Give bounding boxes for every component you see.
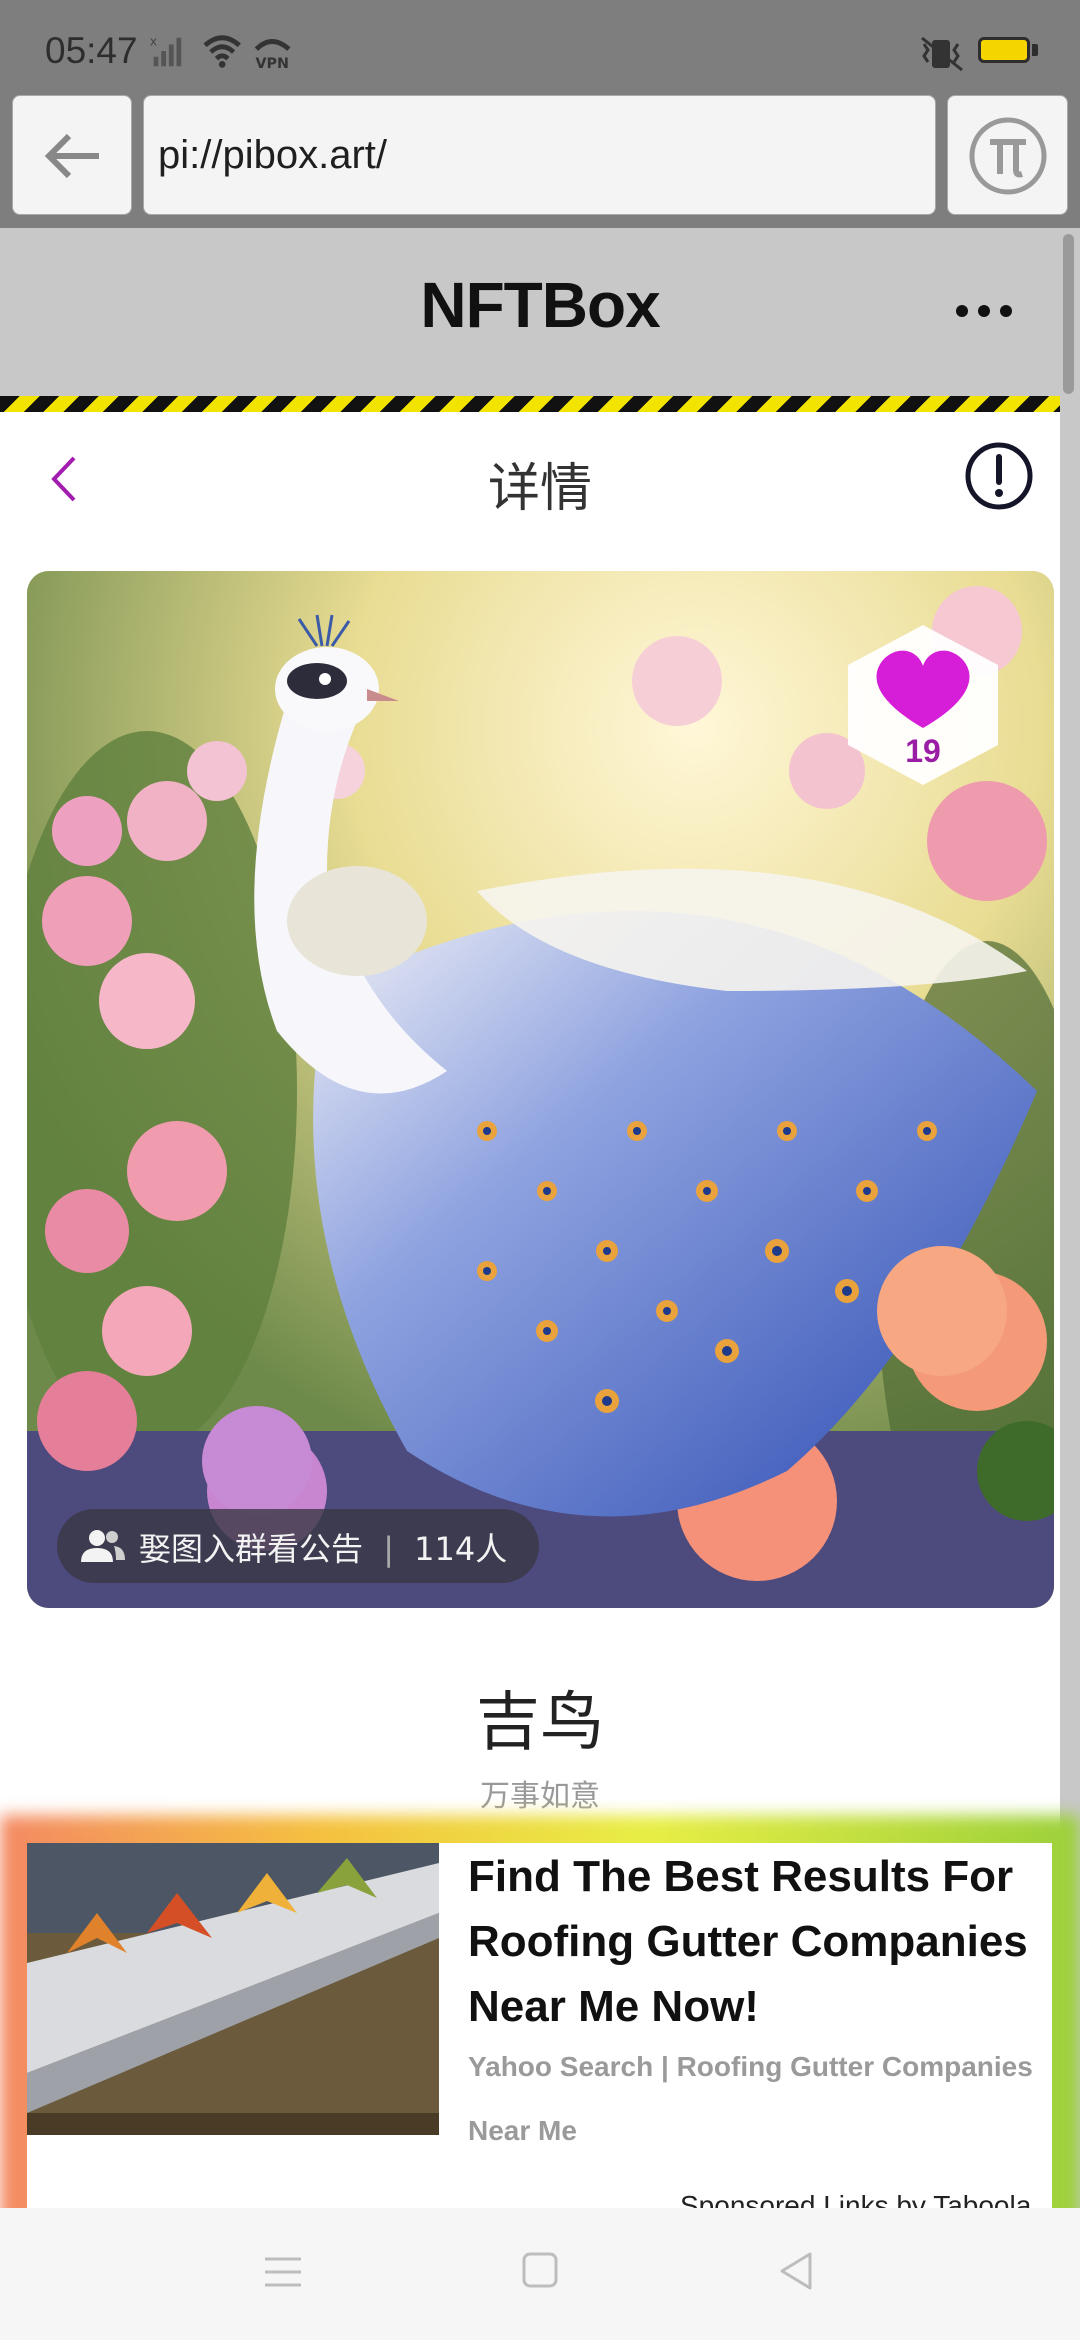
signal-icon: x <box>150 34 182 67</box>
battery-icon <box>978 37 1030 63</box>
group-count: 114人 <box>414 1530 508 1568</box>
vibrate-icon <box>921 36 963 72</box>
gutter-leaves-image <box>27 1843 439 2135</box>
scrollbar-thumb[interactable] <box>1063 234 1074 394</box>
exclamation-circle-icon[interactable] <box>963 440 1035 512</box>
detail-title: 详情 <box>487 459 592 519</box>
ad-headline[interactable]: Find The Best Results For Roofing Gutter… <box>468 1844 1058 2039</box>
battery-cap <box>1032 44 1038 56</box>
svg-text:VPN: VPN <box>256 56 289 72</box>
status-icons-left: x VPN <box>150 34 291 72</box>
hazard-stripe-divider <box>0 396 1080 412</box>
arrow-left-icon <box>44 133 99 179</box>
url-text: pi://pibox.art/ <box>158 133 388 177</box>
vpn-icon: VPN <box>254 39 291 72</box>
wifi-icon <box>203 35 241 68</box>
svg-text:x: x <box>150 34 157 48</box>
back-triangle-icon[interactable] <box>778 2250 814 2292</box>
app-title: NFTBox <box>420 269 660 341</box>
users-icon <box>81 1530 125 1562</box>
ad-image[interactable] <box>27 1843 439 2135</box>
url-field[interactable]: pi://pibox.art/ <box>143 95 936 215</box>
group-separator: | <box>383 1530 394 1568</box>
nft-title: 吉鸟 <box>476 1686 604 1760</box>
browser-back-button[interactable] <box>12 95 132 215</box>
more-horizontal-icon[interactable] <box>952 296 1016 326</box>
home-square-icon[interactable] <box>521 2251 559 2289</box>
pi-browser-button[interactable] <box>947 95 1068 215</box>
ad-source: Yahoo Search | Roofing Gutter Companies … <box>468 2051 1033 2146</box>
menu-icon[interactable] <box>263 2254 303 2290</box>
screen: 05:47 x VPN pi://pibox.art/ NFTBox 详情 19… <box>0 0 1080 2340</box>
group-label: 娶图入群看公告 | 114人 <box>139 1524 507 1570</box>
status-time: 05:47 <box>45 30 138 71</box>
group-label-text: 娶图入群看公告 <box>139 1530 364 1568</box>
pi-logo-icon <box>969 117 1047 195</box>
like-count: 19 <box>905 733 941 769</box>
nft-subtitle: 万事如意 <box>480 1779 600 1814</box>
